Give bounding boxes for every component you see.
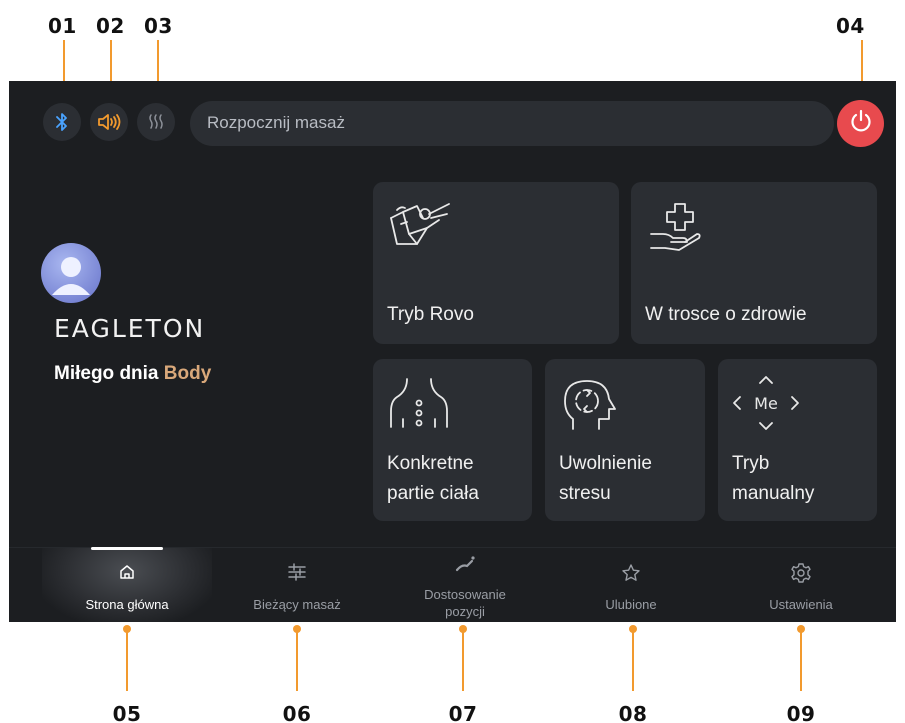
power-icon	[848, 108, 874, 139]
tile-label: W trosce o zdrowie	[645, 304, 807, 325]
nav-item-position[interactable]: Dostosowanie pozycji	[380, 548, 550, 622]
leader-line-05	[126, 629, 128, 691]
gear-icon	[790, 562, 812, 589]
volume-button[interactable]	[90, 103, 128, 141]
tile-tryb-rovo[interactable]: Tryb Rovo	[373, 182, 619, 344]
leader-line-06	[296, 629, 298, 691]
top-bar: Rozpocznij masaż	[9, 81, 896, 167]
leader-line-09	[800, 629, 802, 691]
nav-label: Dostosowanie pozycji	[424, 587, 506, 619]
bluetooth-button[interactable]	[43, 103, 81, 141]
start-massage-bar[interactable]: Rozpocznij masaż	[190, 101, 834, 146]
heat-button[interactable]	[137, 103, 175, 141]
nav-label: Strona główna	[85, 597, 169, 612]
tile-tryb-manualny[interactable]: Me Tryb manualny	[718, 359, 877, 521]
nav-label: Bieżący masaż	[253, 597, 341, 612]
callout-09: 09	[786, 702, 816, 723]
tile-konkretne-partie-ciala[interactable]: Konkretne partie ciała	[373, 359, 532, 521]
star-icon	[620, 562, 642, 589]
nav-item-favorites[interactable]: Ulubione	[546, 548, 716, 622]
tile-label: Uwolnienie stresu	[559, 453, 652, 504]
callout-08: 08	[618, 702, 648, 723]
callout-07: 07	[448, 702, 478, 723]
brand-name: EAGLETON	[54, 314, 206, 343]
health-care-icon	[645, 198, 705, 263]
active-tab-indicator	[91, 547, 163, 550]
tile-label: Tryb Rovo	[387, 304, 474, 325]
bluetooth-icon	[53, 112, 71, 132]
tile-uwolnienie-stresu[interactable]: Uwolnienie stresu	[545, 359, 705, 521]
nav-item-current-massage[interactable]: Bieżący masaż	[212, 548, 382, 622]
user-silhouette-icon	[52, 257, 90, 295]
greeting-text: Miłego dnia	[54, 363, 159, 384]
home-icon	[117, 562, 137, 587]
stress-relief-icon	[559, 375, 619, 440]
manual-mode-text: Me	[754, 394, 778, 413]
leader-line-08	[632, 629, 634, 691]
tile-label: Tryb manualny	[732, 453, 815, 504]
nav-item-settings[interactable]: Ustawienia	[716, 548, 886, 622]
greeting: Miłego dnia Body	[54, 363, 211, 385]
nav-item-home[interactable]: Strona główna	[42, 548, 212, 622]
device-screen: Rozpocznij masaż EAGLETON Miłego dnia Bo…	[9, 81, 896, 622]
body-parts-icon	[387, 375, 451, 440]
avatar[interactable]	[41, 243, 101, 303]
callout-01: 01	[48, 14, 77, 38]
sliders-icon	[286, 562, 308, 587]
bottom-nav: Strona główna Bieżący masaż Dostosowanie…	[9, 547, 896, 622]
callout-04: 04	[836, 14, 865, 38]
power-button[interactable]	[837, 100, 884, 147]
callout-03: 03	[144, 14, 173, 38]
callout-05: 05	[112, 702, 142, 723]
callout-02: 02	[96, 14, 125, 38]
nav-label: Ulubione	[605, 597, 657, 612]
tile-w-trosce-o-zdrowie[interactable]: W trosce o zdrowie	[631, 182, 877, 344]
user-name: Body	[163, 363, 212, 384]
tile-label: Konkretne partie ciała	[387, 453, 479, 504]
massage-chair-icon	[387, 198, 455, 257]
callout-06: 06	[282, 702, 312, 723]
speaker-icon	[96, 112, 122, 132]
heat-icon	[147, 112, 165, 132]
leader-line-07	[462, 629, 464, 691]
manual-mode-icon: Me	[728, 371, 804, 440]
recline-icon	[454, 554, 476, 579]
nav-label: Ustawienia	[769, 597, 833, 612]
